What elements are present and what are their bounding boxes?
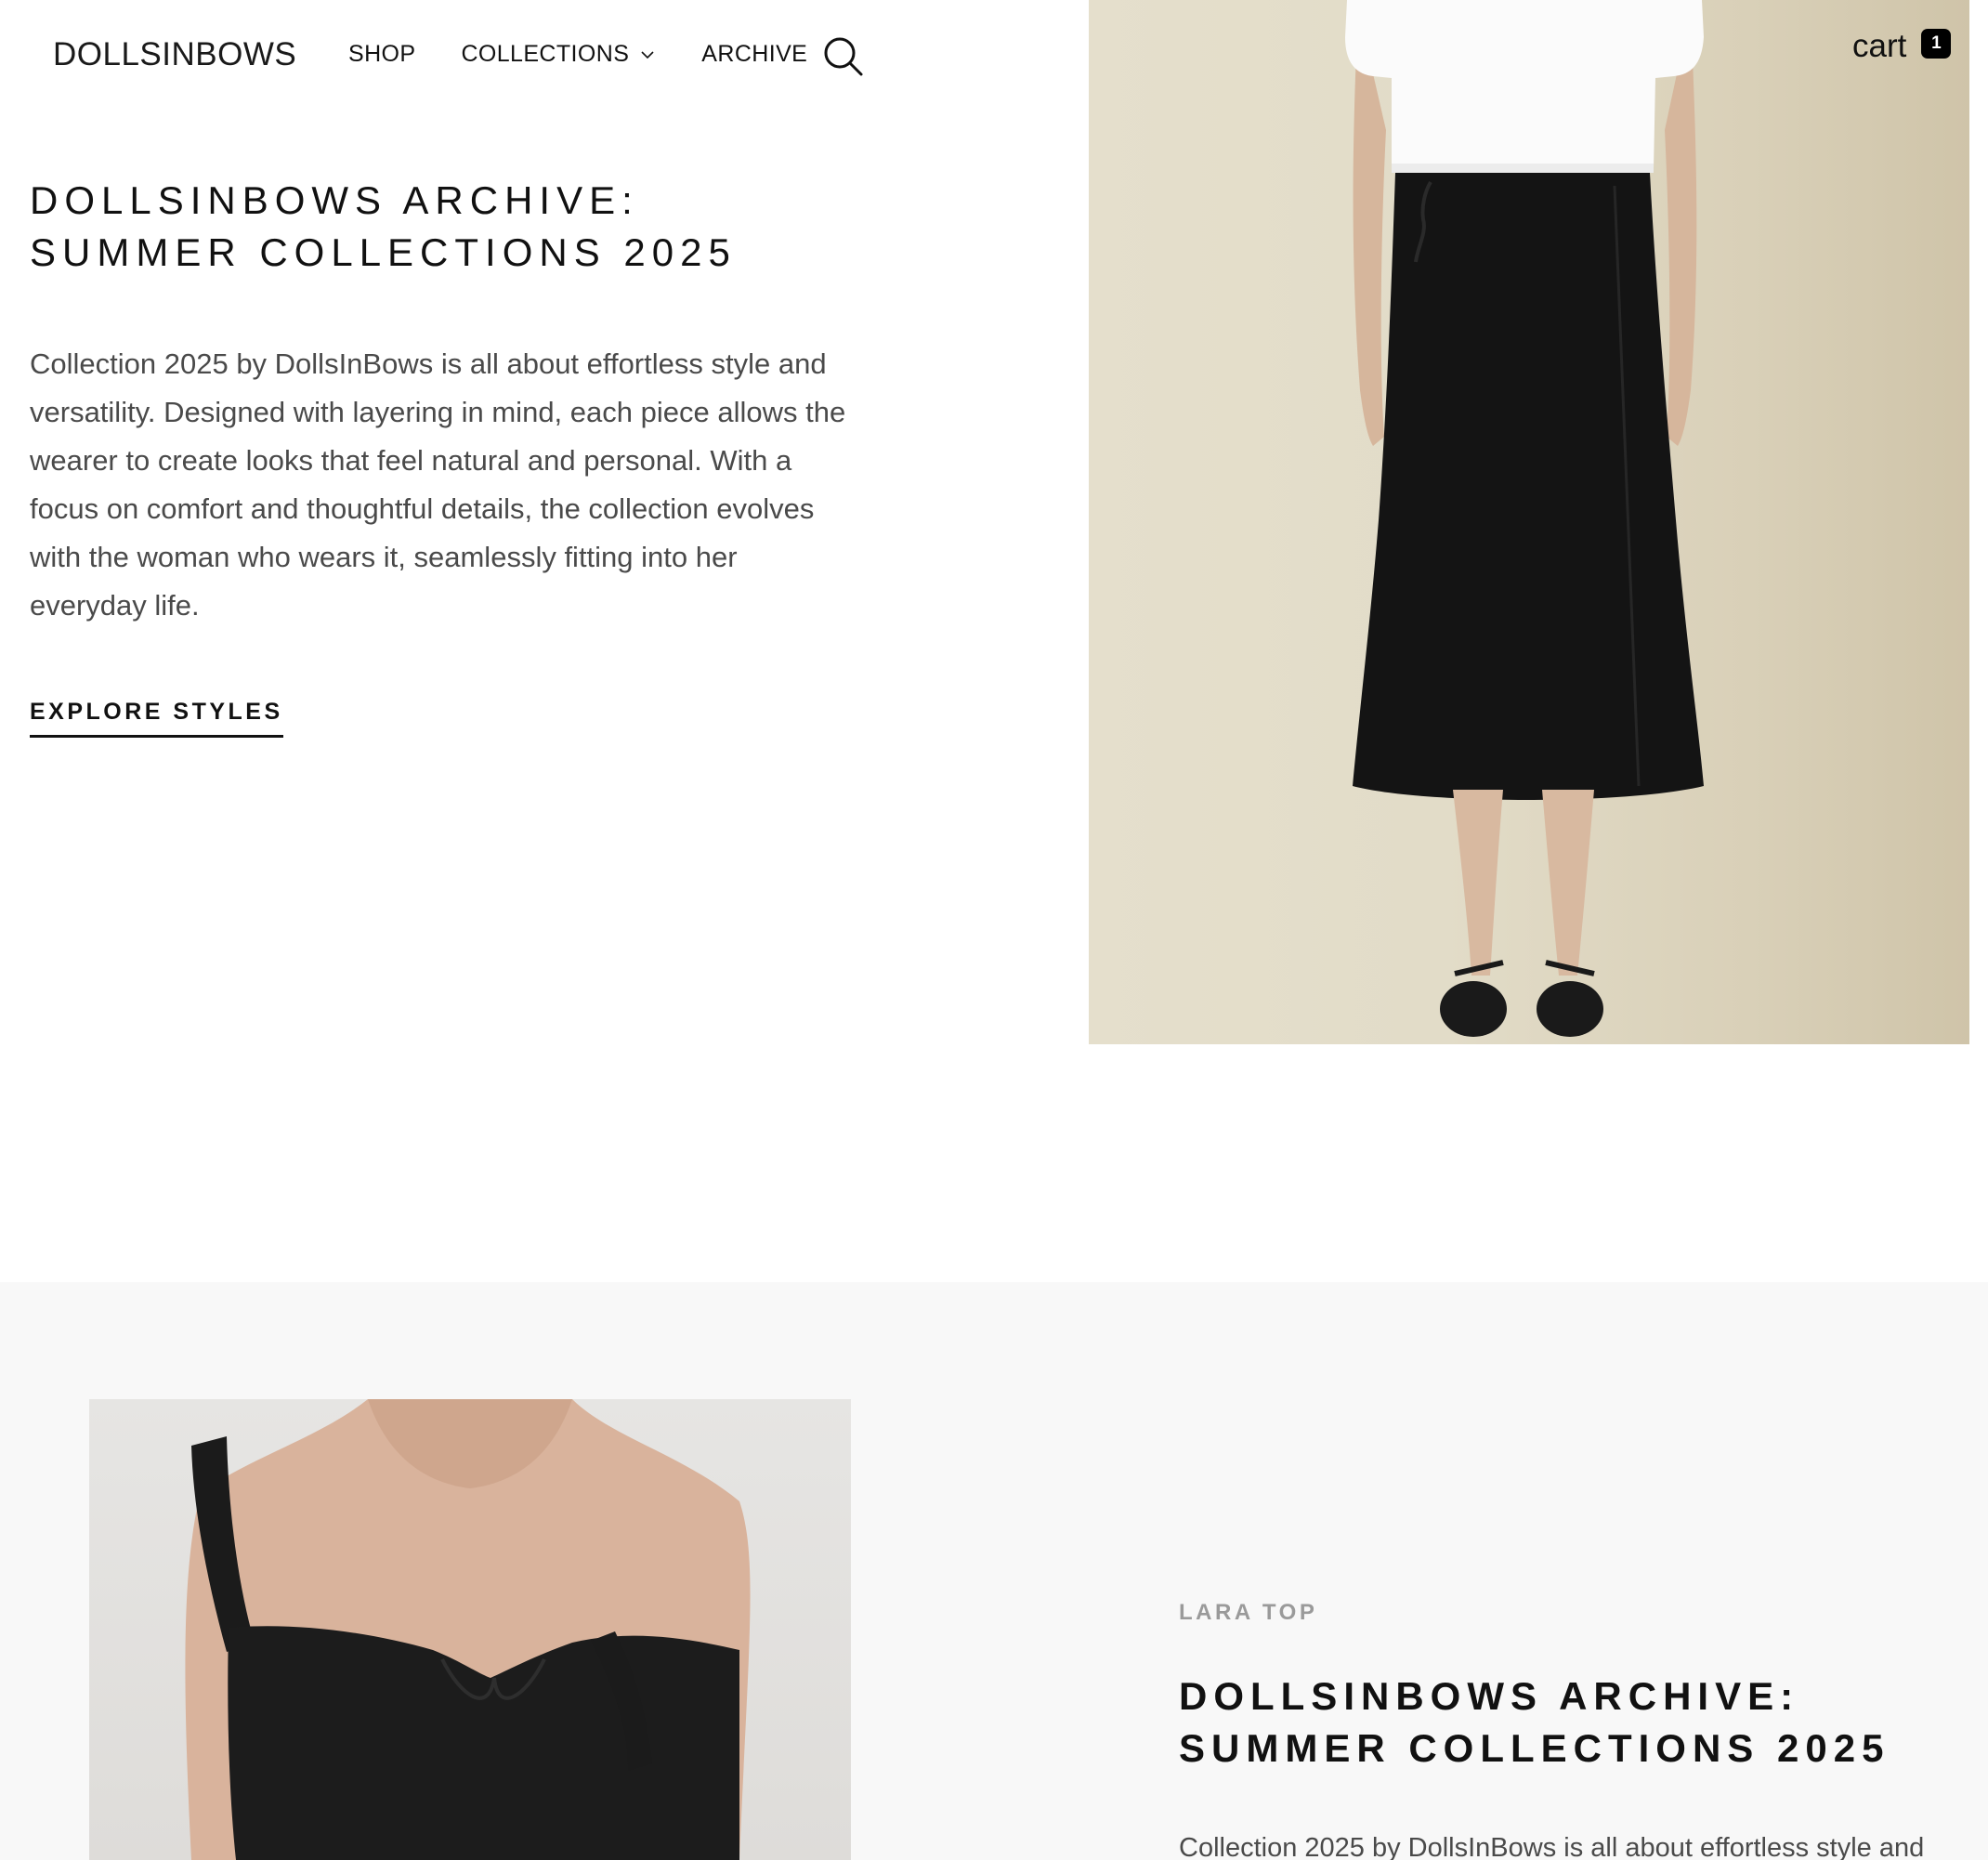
hero-product-image — [1089, 0, 1969, 1044]
search-icon[interactable] — [823, 36, 864, 77]
feature-description: Collection 2025 by DollsInBows is all ab… — [1179, 1833, 1925, 1860]
feature-section: LARA TOP DOLLSINBOWS ARCHIVE: SUMMER COL… — [0, 1282, 1988, 1860]
product-eyebrow: LARA TOP — [1179, 1600, 1318, 1625]
lara-top-image[interactable] — [89, 1399, 851, 1860]
explore-styles-link[interactable]: EXPLORE STYLES — [30, 699, 283, 738]
feature-title: DOLLSINBOWS ARCHIVE: SUMMER COLLECTIONS … — [1179, 1674, 1890, 1770]
main-nav: SHOP COLLECTIONS ARCHIVE — [348, 41, 807, 68]
site-header: DOLLSINBOWS SHOP COLLECTIONS ARCHIVE — [0, 0, 1040, 111]
skirt-illustration — [1345, 0, 1704, 1037]
nav-archive-label: ARCHIVE — [701, 41, 808, 67]
cart-label: cart — [1852, 28, 1907, 64]
site-logo[interactable]: DOLLSINBOWS — [53, 36, 296, 73]
nav-archive[interactable]: ARCHIVE — [701, 41, 807, 68]
chevron-down-icon — [641, 50, 654, 59]
cart-button[interactable]: cart 1 — [1852, 28, 1952, 65]
nav-shop-label: SHOP — [348, 41, 416, 67]
top-illustration — [185, 1399, 751, 1860]
nav-shop[interactable]: SHOP — [348, 41, 415, 68]
hero-title: DOLLSINBOWS ARCHIVE: SUMMER COLLECTIONS … — [30, 178, 737, 274]
cart-count-badge: 1 — [1921, 29, 1952, 59]
hero-description: Collection 2025 by DollsInBows is all ab… — [30, 347, 846, 622]
nav-collections[interactable]: COLLECTIONS — [461, 41, 655, 68]
nav-collections-label: COLLECTIONS — [461, 41, 630, 67]
